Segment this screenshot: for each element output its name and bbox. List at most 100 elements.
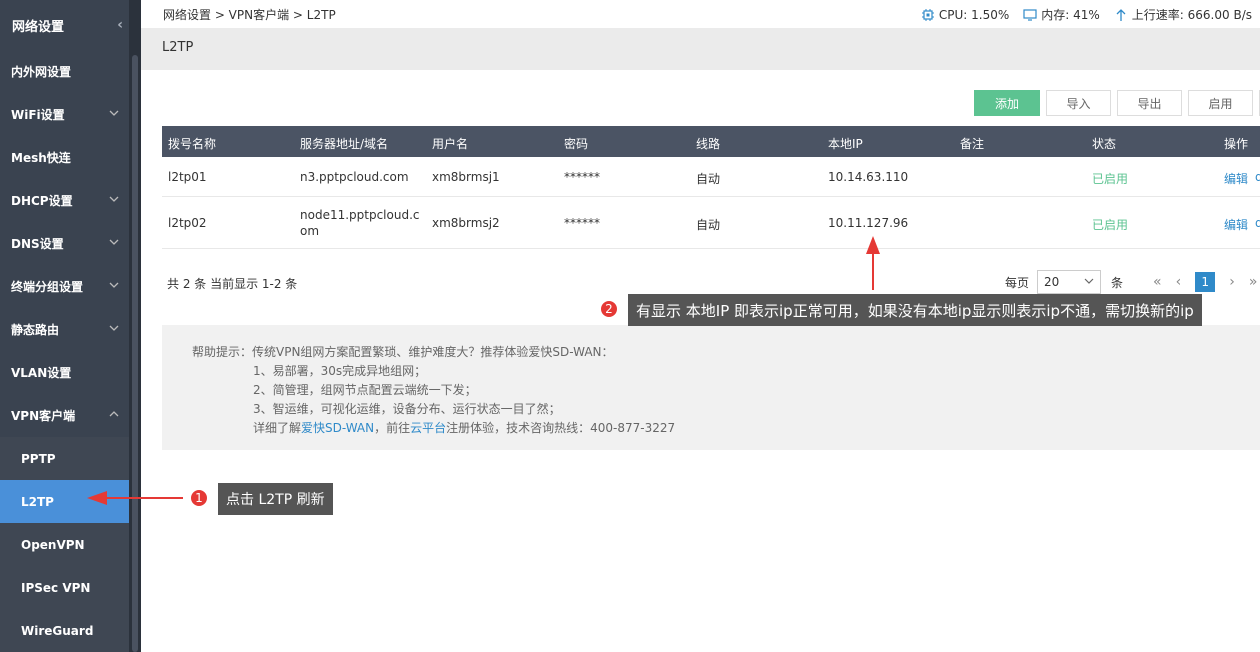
sidebar-item-terminal-groups[interactable]: 终端分组设置	[0, 265, 129, 308]
sidebar-subitem-pptp[interactable]: PPTP	[0, 437, 129, 480]
chevron-down-icon	[109, 236, 119, 246]
sidebar-title: 网络设置	[12, 19, 65, 35]
page-size-select[interactable]: 20	[1037, 270, 1102, 294]
chevron-down-icon	[1084, 275, 1094, 289]
page-number-current[interactable]: 1	[1195, 272, 1216, 292]
chevron-down-icon	[109, 279, 119, 289]
sidebar-item-static-route[interactable]: 静态路由	[0, 308, 129, 351]
next-page-icon[interactable]: ›	[1229, 274, 1235, 290]
delete-link[interactable]: d	[1255, 216, 1260, 230]
cpu-chip-icon	[921, 8, 934, 21]
chevron-down-icon	[109, 322, 119, 332]
record-count: 共 2 条 当前显示 1-2 条	[167, 277, 298, 291]
chevron-up-icon	[109, 408, 119, 418]
upload-value: 上行速率: 666.00 B/s	[1131, 8, 1252, 22]
last-page-icon[interactable]: »	[1249, 274, 1258, 290]
arrow-up-icon	[1116, 8, 1126, 21]
export-button[interactable]: 导出	[1117, 90, 1182, 116]
sidebar-item-label: DNS设置	[11, 237, 64, 251]
add-button[interactable]: 添加	[974, 90, 1040, 116]
sidebar-item-wifi[interactable]: WiFi设置	[0, 93, 129, 136]
column-header: 状态	[1092, 137, 1117, 151]
sidebar-header[interactable]: 网络设置 ‹	[0, 0, 129, 50]
cpu-value: CPU: 1.50%	[938, 7, 1010, 22]
sidebar-item-mesh[interactable]: Mesh快连	[0, 136, 129, 179]
column-header: 备注	[960, 137, 985, 151]
sidebar-item-label: WiFi设置	[11, 108, 65, 122]
delete-link[interactable]: d	[1255, 170, 1260, 184]
annotation-text: 有显示 本地IP 即表示ip正常可用，如果没有本地ip显示则表示ip不通，需切换…	[636, 301, 1194, 320]
annotation-number: 2	[599, 299, 619, 319]
page-title: L2TP	[162, 40, 194, 55]
annotation-arrow-2	[866, 236, 880, 290]
monitor-icon	[1023, 8, 1037, 21]
sidebar-subitem-wireguard[interactable]: WireGuard	[0, 609, 129, 652]
sidebar-subitem-openvpn[interactable]: OpenVPN	[0, 523, 129, 566]
column-header: 拨号名称	[168, 137, 217, 151]
cloud-platform-link[interactable]: 云平台	[410, 421, 446, 435]
sidebar-subitem-ipsec[interactable]: IPSec VPN	[0, 566, 129, 609]
sidebar-scrollbar-thumb[interactable]	[132, 55, 138, 652]
column-header: 线路	[696, 137, 721, 151]
help-more-suffix: 注册体验，技术咨询热线：400-877-3227	[446, 421, 676, 435]
collapse-chevron-icon[interactable]: ‹	[117, 17, 123, 33]
cell-name: l2tp01	[168, 170, 207, 184]
cell-user: xm8brmsj1	[432, 170, 500, 184]
column-header: 操作	[1224, 137, 1249, 151]
cell-user: xm8brmsj2	[432, 216, 500, 230]
sidebar-subitem-label: OpenVPN	[21, 537, 85, 552]
top-bar: 网络设置 > VPN客户端 > L2TP CPU: 1.50% 内存: 41% …	[141, 0, 1260, 28]
first-page-icon[interactable]: «	[1153, 274, 1162, 290]
sdwan-link[interactable]: 爱快SD-WAN	[301, 421, 374, 435]
annotation-number: 1	[189, 488, 209, 508]
sidebar-item-lan-wan[interactable]: 内外网设置	[0, 50, 129, 93]
page-title-bar: L2TP	[141, 28, 1260, 70]
cell-password: ******	[564, 216, 600, 230]
status-badge: 已启用	[1092, 218, 1129, 232]
table-header: 拨号名称 服务器地址/域名 用户名 密码 线路 本地IP 备注 状态 操作	[162, 126, 1260, 157]
per-page-unit: 条	[1111, 275, 1124, 290]
page-size-value: 20	[1044, 275, 1060, 289]
sidebar-item-vlan[interactable]: VLAN设置	[0, 351, 129, 394]
sidebar-subitem-label: WireGuard	[21, 623, 94, 638]
column-header: 服务器地址/域名	[300, 137, 389, 151]
annotation-text: 点击 L2TP 刷新	[226, 492, 325, 508]
annotation-callout-1: 1 点击 L2TP 刷新	[189, 483, 333, 515]
sidebar-subitem-label: PPTP	[21, 451, 56, 466]
sidebar-item-label: VLAN设置	[11, 366, 72, 380]
cell-server: n3.pptpcloud.com	[300, 170, 409, 184]
status-badge: 已启用	[1092, 172, 1129, 186]
edit-link[interactable]: 编辑	[1224, 216, 1248, 233]
help-point: 3、智运维，可视化运维，设备分布、运行状态一目了然；	[253, 402, 561, 416]
sidebar-subitem-label: L2TP	[21, 494, 54, 509]
sidebar-item-dns[interactable]: DNS设置	[0, 222, 129, 265]
sidebar-item-dhcp[interactable]: DHCP设置	[0, 179, 129, 222]
sidebar-item-label: Mesh快连	[11, 151, 71, 165]
sidebar-item-vpn-client[interactable]: VPN客户端	[0, 394, 129, 437]
help-intro: 帮助提示：传统VPN组网方案配置繁琐、维护难度大？推荐体验爱快SD-WAN：	[192, 345, 614, 359]
help-more-prefix: 详细了解	[253, 421, 302, 435]
cpu-stat: CPU: 1.50%	[921, 6, 1009, 23]
memory-value: 内存: 41%	[1041, 8, 1100, 22]
import-button[interactable]: 导入	[1046, 90, 1111, 116]
system-stats: CPU: 1.50% 内存: 41% 上行速率: 666.00 B/s	[921, 6, 1252, 23]
cell-password: ******	[564, 170, 600, 184]
sidebar-item-label: DHCP设置	[11, 194, 73, 208]
sidebar-item-label: 终端分组设置	[11, 280, 84, 294]
edit-link[interactable]: 编辑	[1224, 170, 1248, 187]
cell-line: 自动	[696, 218, 721, 232]
annotation-callout-2: 2 有显示 本地IP 即表示ip正常可用，如果没有本地ip显示则表示ip不通，需…	[599, 294, 1202, 326]
pagination: 每页 20 条 « ‹ 1 › »	[1005, 270, 1257, 294]
per-page-label: 每页	[1005, 275, 1030, 290]
prev-page-icon[interactable]: ‹	[1176, 274, 1182, 290]
column-header: 密码	[564, 137, 589, 151]
chevron-down-icon	[109, 193, 119, 203]
column-header: 本地IP	[828, 137, 863, 151]
enable-button[interactable]: 启用	[1188, 90, 1253, 116]
cell-local-ip: 10.11.127.96	[828, 216, 909, 230]
sidebar-item-label: VPN客户端	[11, 409, 76, 423]
help-more-mid: ，前往	[374, 421, 411, 435]
cell-local-ip: 10.14.63.110	[828, 170, 909, 184]
breadcrumb: 网络设置 > VPN客户端 > L2TP	[163, 8, 336, 22]
upload-stat: 上行速率: 666.00 B/s	[1114, 6, 1252, 23]
